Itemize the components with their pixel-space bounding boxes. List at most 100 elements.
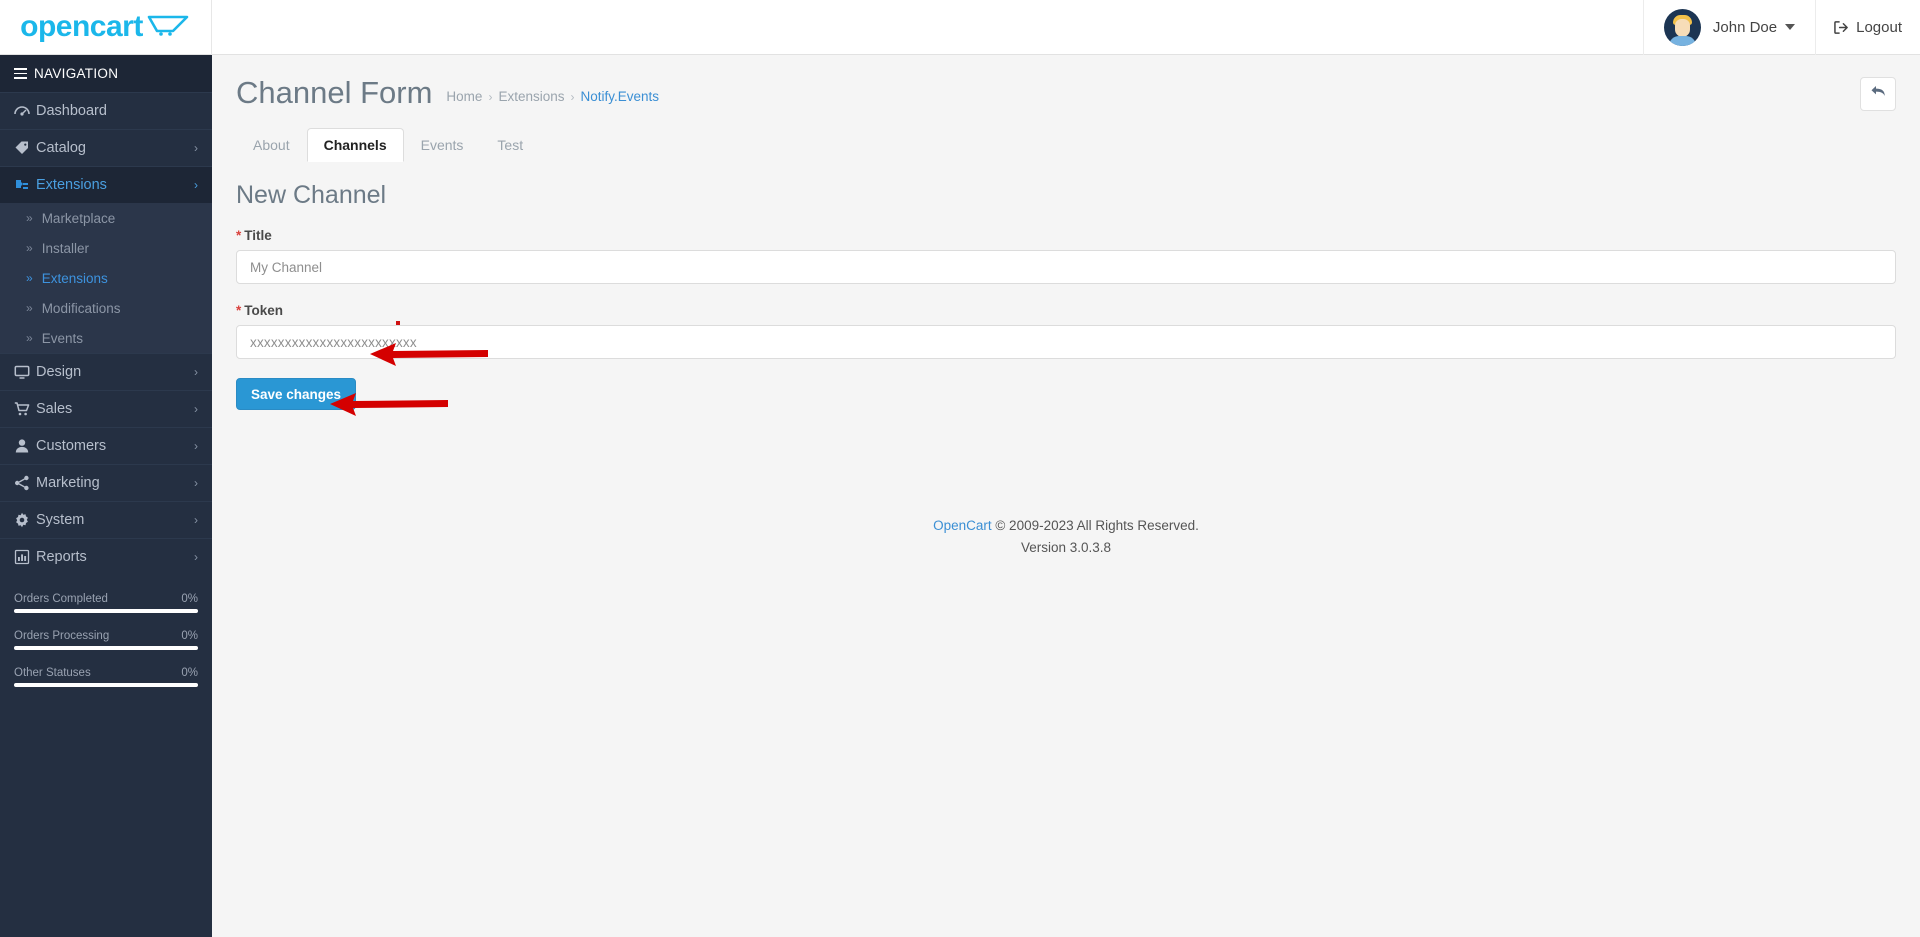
stat-label: Other Statuses <box>14 667 91 679</box>
title-input[interactable] <box>236 250 1896 284</box>
sidebar-item-design[interactable]: Design › <box>0 353 212 390</box>
save-changes-button[interactable]: Save changes <box>236 378 357 410</box>
back-button[interactable] <box>1860 77 1896 111</box>
chevron-right-icon: › <box>194 178 198 192</box>
breadcrumb-home[interactable]: Home <box>446 89 482 104</box>
shopping-cart-icon <box>147 14 191 41</box>
sidebar-subitem-marketplace[interactable]: » Marketplace <box>0 203 212 233</box>
logo-text: opencart <box>20 10 143 43</box>
breadcrumb: Home › Extensions › Notify.Events <box>446 89 659 104</box>
token-field-group: * Token <box>236 303 1896 359</box>
main-content: Channel Form Home › Extensions › Notify.… <box>212 55 1920 937</box>
page-title: Channel Form <box>236 75 433 110</box>
stat-value: 0% <box>181 667 198 679</box>
sidebar-item-sales[interactable]: Sales › <box>0 390 212 427</box>
token-input[interactable] <box>236 325 1896 359</box>
navigation-label: NAVIGATION <box>34 66 119 81</box>
sidebar-subitem-label: Events <box>41 330 83 346</box>
sign-out-icon <box>1834 20 1849 35</box>
top-header: opencart John Doe Logout <box>0 0 1920 55</box>
sidebar-item-label: Dashboard <box>36 103 107 119</box>
chevron-down-icon <box>1785 24 1796 30</box>
stat-value: 0% <box>181 593 198 605</box>
annotation-dot <box>396 321 400 325</box>
tag-icon <box>14 140 36 156</box>
progress-bar <box>14 683 198 687</box>
sidebar-item-customers[interactable]: Customers › <box>0 427 212 464</box>
token-label: * Token <box>236 303 1896 318</box>
chevron-double-right-icon: » <box>26 271 33 285</box>
navigation-header[interactable]: NAVIGATION <box>0 55 212 92</box>
hamburger-icon <box>14 68 27 79</box>
tab-events[interactable]: Events <box>404 128 481 162</box>
logout-button[interactable]: Logout <box>1816 0 1920 55</box>
sidebar-subitem-modifications[interactable]: » Modifications <box>0 293 212 323</box>
share-icon <box>14 475 36 491</box>
dashboard-icon <box>14 103 36 119</box>
sidebar-subitem-extensions[interactable]: » Extensions <box>0 263 212 293</box>
title-label-text: Title <box>244 228 272 243</box>
sidebar-subitem-events[interactable]: » Events <box>0 323 212 353</box>
sidebar-item-label: Extensions <box>36 177 107 193</box>
section-title: New Channel <box>236 181 387 209</box>
monitor-icon <box>14 364 36 380</box>
chevron-right-icon: › <box>194 550 198 564</box>
stat-value: 0% <box>181 630 198 642</box>
chevron-double-right-icon: » <box>26 211 33 225</box>
chevron-right-icon: › <box>194 476 198 490</box>
sidebar-item-label: Sales <box>36 401 73 417</box>
sidebar-item-label: Marketing <box>36 475 100 491</box>
sidebar-item-label: Reports <box>36 549 87 565</box>
stat-other-statuses: Other Statuses 0% <box>14 667 198 687</box>
breadcrumb-separator: › <box>488 89 493 104</box>
stat-label: Orders Completed <box>14 593 108 605</box>
tab-about[interactable]: About <box>236 128 307 162</box>
footer: OpenCart © 2009-2023 All Rights Reserved… <box>212 515 1920 558</box>
sidebar-item-label: Customers <box>36 438 107 454</box>
opencart-link[interactable]: OpenCart <box>933 518 992 533</box>
sidebar-subitem-installer[interactable]: » Installer <box>0 233 212 263</box>
title-field-group: * Title <box>236 228 1896 284</box>
stat-orders-processing: Orders Processing 0% <box>14 630 198 650</box>
footer-copyright-text: © 2009-2023 All Rights Reserved. <box>995 518 1199 533</box>
footer-copyright: OpenCart © 2009-2023 All Rights Reserved… <box>212 515 1920 537</box>
stat-orders-completed: Orders Completed 0% <box>14 593 198 613</box>
chevron-double-right-icon: » <box>26 241 33 255</box>
token-label-text: Token <box>244 303 284 318</box>
sidebar-item-system[interactable]: System › <box>0 501 212 538</box>
breadcrumb-extensions[interactable]: Extensions <box>498 89 564 104</box>
page-header: Channel Form Home › Extensions › Notify.… <box>212 55 1920 127</box>
chevron-right-icon: › <box>194 365 198 379</box>
sidebar-item-marketing[interactable]: Marketing › <box>0 464 212 501</box>
bar-chart-icon <box>14 549 36 565</box>
header-right: John Doe Logout <box>1642 0 1920 55</box>
footer-version: Version 3.0.3.8 <box>1020 539 1112 555</box>
sidebar-subitem-label: Marketplace <box>41 210 116 226</box>
breadcrumb-separator: › <box>570 89 575 104</box>
title-label: * Title <box>236 228 1896 243</box>
chevron-double-right-icon: » <box>26 331 33 345</box>
user-menu[interactable]: John Doe <box>1642 0 1817 55</box>
puzzle-icon <box>14 177 36 193</box>
user-icon <box>14 438 36 454</box>
cart-icon <box>14 401 36 417</box>
sidebar-item-label: Catalog <box>36 140 86 156</box>
chevron-right-icon: › <box>194 439 198 453</box>
tab-bar: About Channels Events Test <box>212 127 1920 162</box>
breadcrumb-notify-events[interactable]: Notify.Events <box>580 89 659 104</box>
tab-channels[interactable]: Channels <box>306 127 404 162</box>
sidebar-item-dashboard[interactable]: Dashboard <box>0 92 212 129</box>
logo[interactable]: opencart <box>0 0 212 55</box>
sidebar-item-extensions[interactable]: Extensions › <box>0 166 212 203</box>
chevron-right-icon: › <box>194 402 198 416</box>
sidebar: NAVIGATION Dashboard Catalog › Extension… <box>0 55 212 937</box>
progress-bar <box>14 609 198 613</box>
sidebar-item-label: System <box>36 512 85 528</box>
gear-icon <box>14 512 36 528</box>
sidebar-subitem-label: Installer <box>41 240 89 256</box>
sidebar-item-catalog[interactable]: Catalog › <box>0 129 212 166</box>
sidebar-subitem-label: Extensions <box>41 270 108 286</box>
sidebar-item-reports[interactable]: Reports › <box>0 538 212 575</box>
sidebar-subitem-label: Modifications <box>41 300 121 316</box>
tab-test[interactable]: Test <box>480 128 540 162</box>
